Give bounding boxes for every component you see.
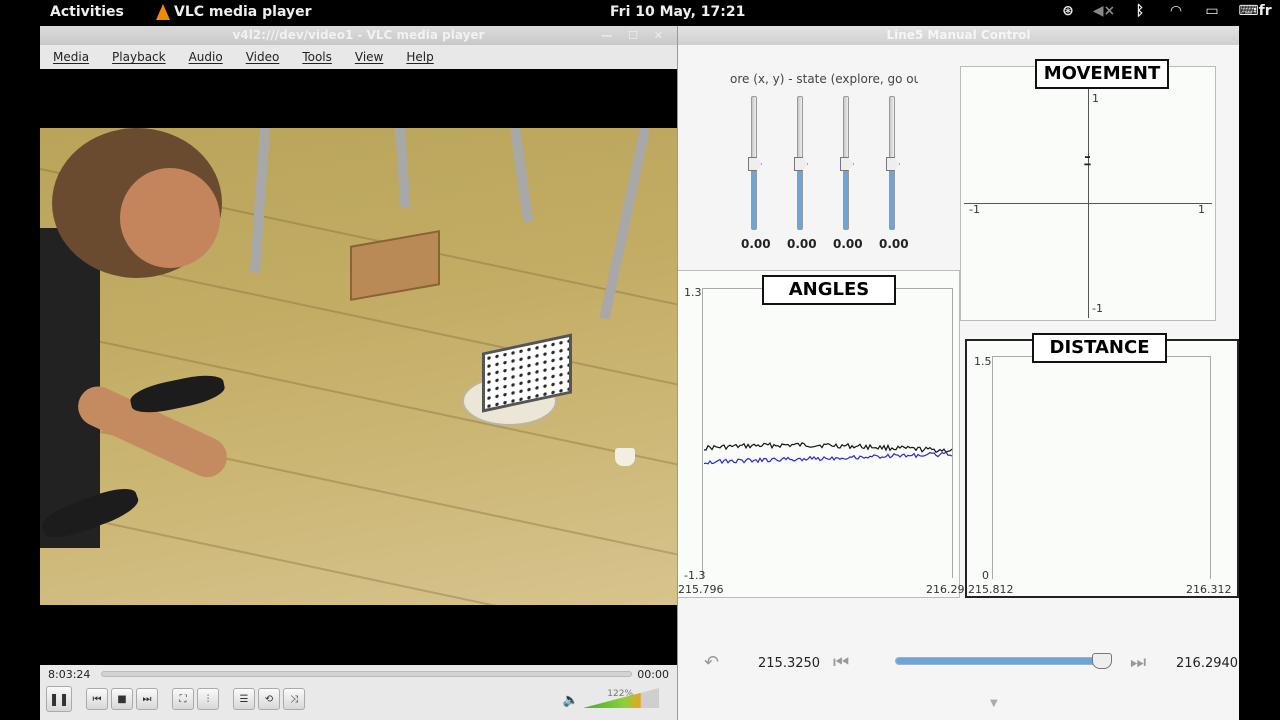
battery-icon[interactable]: ▭ [1194, 3, 1230, 19]
distance-title: DISTANCE [1032, 333, 1167, 363]
replay-slider[interactable] [895, 653, 1112, 669]
replay-end-value: 216.2940 [1176, 656, 1239, 671]
previous-icon: ⏮ [92, 693, 102, 705]
distance-y-axis [992, 356, 993, 579]
activities-button[interactable]: Activities [50, 4, 124, 20]
playback-buttons: ❚❚ ⏮ ■ ⏭ ⛶ ⫶ ☰ ⟲ ⤨ [46, 686, 305, 712]
menu-video[interactable]: Video [246, 50, 280, 64]
menu-audio[interactable]: Audio [189, 50, 223, 64]
next-button[interactable]: ⏭ [136, 688, 158, 710]
volume-slider[interactable] [583, 688, 659, 708]
distance-ymin: 0 [982, 569, 989, 582]
pause-icon: ❚❚ [48, 692, 70, 706]
person-face [120, 168, 220, 268]
replay-slider-fill [896, 658, 1095, 664]
menu-help[interactable]: Help [406, 50, 433, 64]
distance-panel [965, 339, 1239, 598]
menu-media[interactable]: Media [53, 50, 89, 64]
speaker-icon[interactable]: 🔈 [563, 693, 579, 708]
skip-back-icon[interactable]: ⏮ [833, 652, 849, 673]
distance-xmin: 215.812 [968, 583, 1014, 596]
stop-icon: ■ [117, 693, 127, 705]
camera-frame [40, 128, 677, 605]
bluetooth-icon[interactable]: ᛒ [1122, 3, 1158, 19]
pause-button[interactable]: ❚❚ [46, 686, 72, 712]
seek-bar: 8:03:24 00:00 [40, 665, 677, 683]
replay-bar: ↶ 215.3250 ⏮ ⏭ 216.2940 [678, 636, 1240, 696]
next-icon: ⏭ [142, 693, 152, 705]
undo-icon[interactable]: ↶ [704, 652, 719, 673]
paper-cup [615, 448, 635, 466]
vlc-window-title: v4l2:///dev/video1 - VLC media player [232, 28, 485, 42]
line5-window: Line5 Manual Control ore (x, y) - state … [677, 26, 1239, 720]
replay-start-value: 215.3250 [758, 656, 821, 671]
vlc-cone-icon [156, 4, 170, 20]
elapsed-time: 8:03:24 [48, 667, 91, 681]
fullscreen-button[interactable]: ⛶ [172, 688, 194, 710]
vlc-window: v4l2:///dev/video1 - VLC media player — … [40, 26, 677, 720]
loop-button[interactable]: ⟲ [258, 688, 280, 710]
menu-view[interactable]: View [355, 50, 383, 64]
equalizer-icon: ⫶ [206, 693, 210, 705]
distance-right-border [1210, 356, 1211, 579]
window-controls[interactable]: — ☐ ✕ [601, 26, 669, 45]
distance-xmax: 216.312 [1186, 583, 1232, 596]
system-tray[interactable]: ⊛ ◀× ᛒ ◠ ▭ ⌨fr [1050, 3, 1280, 19]
distance-ymax: 1.5 [974, 355, 992, 368]
previous-button[interactable]: ⏮ [86, 688, 108, 710]
menu-tools[interactable]: Tools [302, 50, 332, 64]
seek-slider[interactable] [101, 671, 632, 677]
top-bar: Activities VLC media player Fri 10 May, … [0, 0, 1280, 25]
volume-control: 🔈 [563, 688, 659, 708]
shuffle-icon: ⤨ [290, 693, 298, 705]
playlist-button[interactable]: ☰ [233, 688, 255, 710]
sandal [128, 370, 227, 418]
expand-arrow-icon[interactable]: ▼ [990, 698, 998, 709]
shuffle-button[interactable]: ⤨ [283, 688, 305, 710]
playlist-icon: ☰ [239, 693, 249, 705]
total-time: 00:00 [637, 667, 669, 681]
app-menu-label: VLC media player [174, 4, 312, 20]
cardboard-box [350, 230, 440, 301]
stop-button[interactable]: ■ [111, 688, 133, 710]
clock[interactable]: Fri 10 May, 17:21 [610, 4, 745, 20]
accessibility-icon[interactable]: ⊛ [1050, 3, 1086, 19]
loop-icon: ⟲ [264, 693, 274, 705]
fullscreen-icon: ⛶ [179, 693, 187, 705]
volume-muted-icon[interactable]: ◀× [1086, 3, 1122, 19]
vlc-menubar: Media Playback Audio Video Tools View He… [40, 45, 677, 69]
video-area[interactable] [40, 69, 677, 665]
vlc-controls: 8:03:24 00:00 ❚❚ ⏮ ■ ⏭ ⛶ ⫶ ☰ ⟲ ⤨ 122% 🔈 [40, 665, 677, 720]
wifi-icon[interactable]: ◠ [1158, 3, 1194, 19]
extended-settings-button[interactable]: ⫶ [197, 688, 219, 710]
language-label: fr [1258, 3, 1272, 19]
angles-series-black [703, 441, 953, 454]
app-menu[interactable]: VLC media player [156, 4, 312, 20]
keyboard-icon[interactable]: ⌨fr [1230, 3, 1280, 19]
angles-series-blue [703, 451, 953, 465]
replay-slider-knob[interactable] [1092, 653, 1112, 669]
skip-forward-icon[interactable]: ⏭ [1130, 652, 1146, 673]
vlc-titlebar[interactable]: v4l2:///dev/video1 - VLC media player — … [40, 26, 677, 45]
menu-playback[interactable]: Playback [112, 50, 166, 64]
